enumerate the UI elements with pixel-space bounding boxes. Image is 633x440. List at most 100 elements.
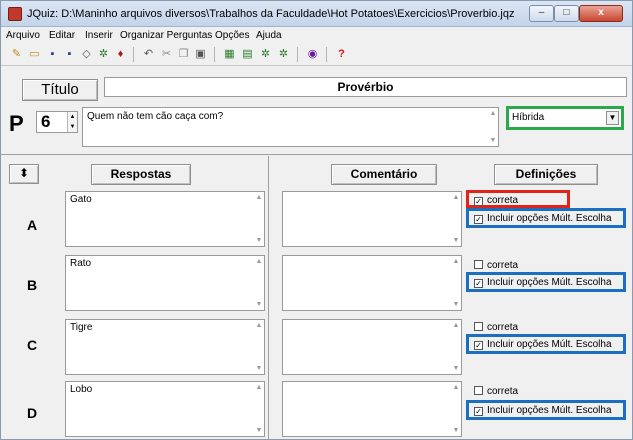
respostas-header-button[interactable]: Respostas xyxy=(91,164,191,185)
menu-inserir[interactable]: Inserir xyxy=(85,30,113,41)
sort-answers-button[interactable]: ⬍ xyxy=(9,164,39,184)
correct-label: correta xyxy=(487,386,519,397)
titulo-button[interactable]: Título xyxy=(22,79,98,101)
answers-column: ⬍ Respostas A Gato ▲ ▼ B Rato ▲ ▼ C Tigre … xyxy=(5,156,269,439)
toolbar-separator xyxy=(133,47,134,62)
web-export-icon[interactable]: ✲ xyxy=(96,47,111,62)
answer-field[interactable]: Gato ▲ ▼ xyxy=(65,191,265,247)
feedback-scrollbar[interactable]: ▲ ▼ xyxy=(451,320,461,374)
help-icon[interactable]: ? xyxy=(334,47,349,62)
question-number-value: 6 xyxy=(41,112,51,131)
question-type-value: Híbrida xyxy=(512,112,545,123)
config-icon[interactable]: ▦ xyxy=(222,47,237,62)
scroll-down-icon[interactable]: ▼ xyxy=(451,427,461,434)
comentario-header-button[interactable]: Comentário xyxy=(331,164,437,185)
scroll-down-icon[interactable]: ▼ xyxy=(254,427,264,434)
scroll-down-icon[interactable]: ▼ xyxy=(451,365,461,372)
answer-field[interactable]: Tigre ▲ ▼ xyxy=(65,319,265,375)
include-mc-checkbox[interactable]: ✓ Incluir opções Múlt. Escolha xyxy=(474,213,612,224)
question-p-label: P xyxy=(9,111,24,136)
checkbox-checked-icon: ✓ xyxy=(474,407,483,416)
menu-arquivo[interactable]: Arquivo xyxy=(6,30,40,41)
question-text: Quem não tem cão caça com? xyxy=(87,111,224,122)
question-scrollbar[interactable]: ▲ ▼ xyxy=(488,108,498,146)
minimize-button[interactable]: – xyxy=(529,5,554,22)
scroll-down-icon[interactable]: ▼ xyxy=(451,301,461,308)
answer-letter: A xyxy=(27,217,38,233)
feedback-scrollbar[interactable]: ▲ ▼ xyxy=(451,192,461,246)
stepper-arrows-icon[interactable]: ▲ ▼ xyxy=(67,112,77,132)
open-icon[interactable]: ▭ xyxy=(27,47,42,62)
scroll-up-icon[interactable]: ▲ xyxy=(451,258,461,265)
toolbar-separator xyxy=(326,47,327,62)
scroll-up-icon[interactable]: ▲ xyxy=(451,384,461,391)
answer-letter: D xyxy=(27,405,38,421)
feedback-field[interactable]: ▲ ▼ xyxy=(282,381,462,437)
save-icon[interactable]: ▪ xyxy=(45,47,60,62)
scroll-down-icon[interactable]: ▼ xyxy=(254,301,264,308)
save-as-icon[interactable]: ▪ xyxy=(62,47,77,62)
add-question-icon[interactable]: ♦ xyxy=(113,47,128,62)
include-mc-checkbox[interactable]: ✓ Incluir opções Múlt. Escolha xyxy=(474,277,612,288)
include-mc-checkbox[interactable]: ✓ Incluir opções Múlt. Escolha xyxy=(474,405,612,416)
scroll-down-icon[interactable]: ▼ xyxy=(451,237,461,244)
correct-checkbox[interactable]: correta xyxy=(474,386,518,397)
title-bar[interactable]: JQuiz: D:\Maninho arquivos diversos\Trab… xyxy=(1,1,632,27)
scroll-up-icon[interactable]: ▲ xyxy=(254,194,264,201)
question-number-stepper[interactable]: 6 ▲ ▼ xyxy=(36,111,78,133)
answer-letter: B xyxy=(27,277,38,293)
paste-icon[interactable]: ▣ xyxy=(193,47,208,62)
include-mc-checkbox[interactable]: ✓ Incluir opções Múlt. Escolha xyxy=(474,339,612,350)
answer-text: Rato xyxy=(70,258,92,269)
feedback-field[interactable]: ▲ ▼ xyxy=(282,191,462,247)
answer-scrollbar[interactable]: ▲ ▼ xyxy=(254,192,264,246)
new-icon[interactable]: ✎ xyxy=(9,47,24,62)
scroll-up-icon[interactable]: ▲ xyxy=(254,258,264,265)
feedback-field[interactable]: ▲ ▼ xyxy=(282,319,462,375)
options-icon[interactable]: ✲ xyxy=(276,47,291,62)
copy-icon[interactable]: ❐ xyxy=(176,47,191,62)
panel-divider xyxy=(1,154,632,155)
scroll-up-icon[interactable]: ▲ xyxy=(254,322,264,329)
feedback-scrollbar[interactable]: ▲ ▼ xyxy=(451,256,461,310)
answer-scrollbar[interactable]: ▲ ▼ xyxy=(254,256,264,310)
scroll-down-icon[interactable]: ▼ xyxy=(254,365,264,372)
title-field[interactable]: Provérbio xyxy=(104,77,627,97)
sort-arrows-icon: ⬍ xyxy=(18,166,30,180)
menu-opcoes[interactable]: Opções xyxy=(215,30,249,41)
dropdown-arrow-icon[interactable]: ▼ xyxy=(606,111,619,125)
menu-ajuda[interactable]: Ajuda xyxy=(256,30,282,41)
feedback-field[interactable]: ▲ ▼ xyxy=(282,255,462,311)
question-type-select[interactable]: Híbrida ▼ xyxy=(506,106,624,130)
cut-icon[interactable]: ✂ xyxy=(159,47,174,62)
answer-text: Tigre xyxy=(70,322,93,333)
correct-checkbox[interactable]: correta xyxy=(474,322,518,333)
question-text-field[interactable]: Quem não tem cão caça com? ▲ ▼ xyxy=(82,107,499,147)
correct-checkbox[interactable]: ✓ correta xyxy=(474,195,518,206)
correct-checkbox[interactable]: correta xyxy=(474,260,518,271)
feedback-scrollbar[interactable]: ▲ ▼ xyxy=(451,382,461,436)
help-topics-icon[interactable]: ◉ xyxy=(305,47,320,62)
undo-icon[interactable]: ↶ xyxy=(141,47,156,62)
eraser-icon[interactable]: ◇ xyxy=(79,47,94,62)
web-page-icon[interactable]: ▤ xyxy=(240,47,255,62)
answer-scrollbar[interactable]: ▲ ▼ xyxy=(254,382,264,436)
jquiz-app-icon xyxy=(8,7,22,21)
scroll-up-icon[interactable]: ▲ xyxy=(488,110,498,117)
menu-organizar-perguntas[interactable]: Organizar Perguntas xyxy=(120,30,212,41)
tools-icon[interactable]: ✲ xyxy=(258,47,273,62)
answer-field[interactable]: Lobo ▲ ▼ xyxy=(65,381,265,437)
answer-field[interactable]: Rato ▲ ▼ xyxy=(65,255,265,311)
scroll-down-icon[interactable]: ▼ xyxy=(254,237,264,244)
menu-editar[interactable]: Editar xyxy=(49,30,75,41)
close-button[interactable]: x xyxy=(579,5,623,22)
scroll-up-icon[interactable]: ▲ xyxy=(451,194,461,201)
scroll-down-icon[interactable]: ▼ xyxy=(488,137,498,144)
answer-scrollbar[interactable]: ▲ ▼ xyxy=(254,320,264,374)
include-mc-label: Incluir opções Múlt. Escolha xyxy=(487,339,612,350)
scroll-up-icon[interactable]: ▲ xyxy=(254,384,264,391)
definicoes-header-button[interactable]: Definições xyxy=(494,164,598,185)
question-header-panel: Título Provérbio P 6 ▲ ▼ Quem não tem cão… xyxy=(1,67,632,153)
maximize-button[interactable]: □ xyxy=(554,5,579,22)
scroll-up-icon[interactable]: ▲ xyxy=(451,322,461,329)
